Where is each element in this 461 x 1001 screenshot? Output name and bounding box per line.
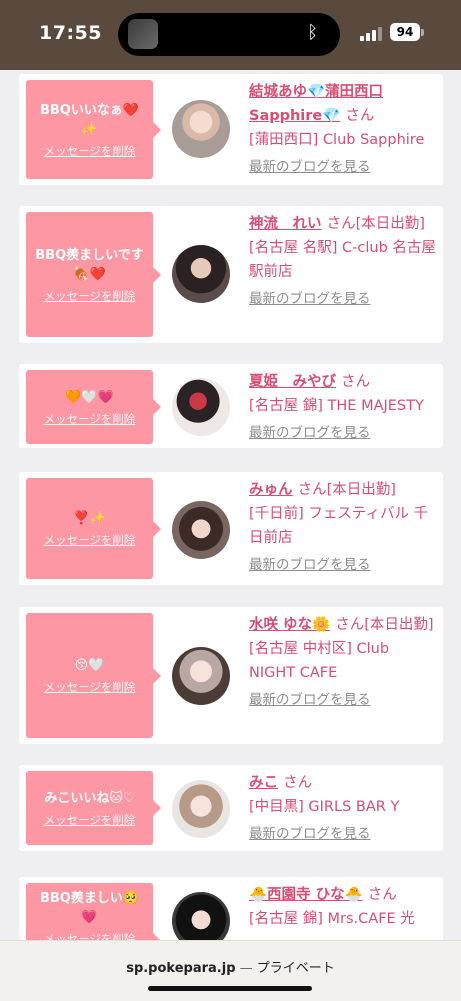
message-card: ❣️✨ メッセージを削除 みゅん さん[本日出勤] [千日前] フェスティバル …	[19, 472, 443, 585]
message-bubble: みこいいね🐱♡ メッセージを削除	[26, 771, 161, 845]
delete-message-link[interactable]: メッセージを削除	[44, 532, 136, 548]
message-card: BBQ羨ましいです🍖❤️ メッセージを削除 神流 れい さん[本日出勤] [名古…	[19, 206, 443, 343]
shop-name: [名古屋 名駅] C-club 名古屋駅前店	[249, 240, 436, 280]
message-bubble: BBQ羨ましい🥺💗 メッセージを削除	[26, 883, 161, 940]
honorific: さん[本日出勤]	[297, 482, 396, 498]
latest-blog-link[interactable]: 最新のブログを見る	[249, 423, 437, 443]
avatar[interactable]	[172, 780, 230, 838]
battery-icon: 94	[390, 23, 420, 41]
delete-message-link[interactable]: メッセージを削除	[44, 411, 136, 427]
cast-name-link[interactable]: みゅん	[249, 482, 293, 498]
honorific: さん	[341, 374, 371, 390]
honorific: さん[本日出勤]	[326, 216, 425, 232]
delete-message-link[interactable]: メッセージを削除	[44, 931, 136, 940]
profile-info: みゅん さん[本日出勤] [千日前] フェスティバル 千日前店 最新のブログを見…	[249, 478, 437, 575]
honorific: さん	[283, 775, 313, 791]
message-text: BBQいいなぁ❤️✨	[39, 102, 140, 137]
message-bubble: BBQ羨ましいです🍖❤️ メッセージを削除	[26, 212, 161, 337]
browser-url-bar[interactable]: sp.pokepara.jp — プライベート	[0, 940, 461, 1001]
message-bubble: BBQいいなぁ❤️✨ メッセージを削除	[26, 80, 161, 179]
honorific: さん	[367, 887, 397, 903]
message-card: 😚🤍 メッセージを削除 水咲 ゆな🌼 さん[本日出勤] [名古屋 中村区] Cl…	[19, 607, 443, 744]
cast-name-link[interactable]: 夏姫 みやび	[249, 374, 336, 390]
message-card: BBQいいなぁ❤️✨ メッセージを削除 結城あゆ💎蒲田西口Sapphire💎 さ…	[19, 74, 443, 185]
latest-blog-link[interactable]: 最新のブログを見る	[249, 289, 437, 309]
avatar[interactable]	[172, 245, 230, 303]
latest-blog-link[interactable]: 最新のブログを見る	[249, 555, 437, 575]
avatar[interactable]	[172, 892, 230, 940]
cast-name-link[interactable]: 水咲 ゆな🌼	[249, 617, 330, 633]
latest-blog-link[interactable]: 最新のブログを見る	[249, 690, 437, 710]
home-indicator	[148, 986, 312, 991]
dynamic-island: ᛒ	[118, 13, 340, 56]
avatar[interactable]	[172, 647, 230, 705]
shop-name: [千日前] フェスティバル 千日前店	[249, 506, 429, 546]
message-text: 😚🤍	[74, 658, 105, 673]
battery-nub	[421, 29, 424, 36]
cast-name-link[interactable]: みこ	[249, 775, 278, 791]
profile-info: 夏姫 みやび さん [名古屋 錦] THE MAJESTY 最新のブログを見る	[249, 370, 437, 443]
url-domain: sp.pokepara.jp	[126, 961, 236, 976]
delete-message-link[interactable]: メッセージを削除	[44, 143, 136, 159]
url-display[interactable]: sp.pokepara.jp — プライベート	[0, 957, 461, 976]
message-card: BBQ羨ましい🥺💗 メッセージを削除 🐣西園寺 ひな🐣 さん [名古屋 錦] M…	[19, 877, 443, 940]
message-card: みこいいね🐱♡ メッセージを削除 みこ さん [中目黒] GIRLS BAR Y…	[19, 765, 443, 851]
honorific: さん[本日出勤]	[335, 617, 434, 633]
message-text: BBQ羨ましい🥺💗	[39, 891, 140, 925]
message-text: みこいいね🐱♡	[44, 790, 135, 806]
avatar[interactable]	[172, 378, 230, 436]
message-bubble: 😚🤍 メッセージを削除	[26, 613, 161, 738]
avatar[interactable]	[172, 100, 230, 158]
message-card: 🧡🤍💗 メッセージを削除 夏姫 みやび さん [名古屋 錦] THE MAJES…	[19, 364, 443, 448]
status-time: 17:55	[39, 22, 102, 44]
url-separator: —	[235, 961, 257, 976]
message-list: BBQいいなぁ❤️✨ メッセージを削除 結城あゆ💎蒲田西口Sapphire💎 さ…	[0, 70, 461, 940]
profile-info: 結城あゆ💎蒲田西口Sapphire💎 さん [蒲田西口] Club Sapphi…	[249, 80, 437, 177]
cast-name-link[interactable]: 🐣西園寺 ひな🐣	[249, 887, 363, 903]
status-bar: 17:55 ᛒ 94	[0, 0, 461, 70]
shop-name: [名古屋 錦] THE MAJESTY	[249, 398, 424, 414]
profile-info: 水咲 ゆな🌼 さん[本日出勤] [名古屋 中村区] Club NIGHT CAF…	[249, 613, 437, 710]
delete-message-link[interactable]: メッセージを削除	[44, 288, 136, 304]
avatar[interactable]	[172, 501, 230, 559]
shop-name: [名古屋 中村区] Club NIGHT CAFE	[249, 641, 390, 681]
message-text: ❣️✨	[73, 511, 106, 526]
cellular-signal-icon	[360, 25, 382, 41]
shop-name: [名古屋 錦] Mrs.CAFE 光	[249, 911, 415, 927]
profile-info: みこ さん [中目黒] GIRLS BAR Y 最新のブログを見る	[249, 771, 437, 844]
cast-name-link[interactable]: 神流 れい	[249, 216, 322, 232]
private-mode-label: プライベート	[256, 961, 335, 976]
delete-message-link[interactable]: メッセージを削除	[44, 812, 136, 828]
now-playing-thumbnail	[128, 19, 158, 49]
message-bubble: 🧡🤍💗 メッセージを削除	[26, 370, 161, 444]
honorific: さん	[345, 108, 375, 124]
profile-info: 🐣西園寺 ひな🐣 さん [名古屋 錦] Mrs.CAFE 光	[249, 883, 437, 931]
delete-message-link[interactable]: メッセージを削除	[44, 679, 136, 695]
message-text: 🧡🤍💗	[65, 389, 114, 405]
message-bubble: ❣️✨ メッセージを削除	[26, 478, 161, 579]
profile-info: 神流 れい さん[本日出勤] [名古屋 名駅] C-club 名古屋駅前店 最新…	[249, 212, 437, 309]
shop-name: [中目黒] GIRLS BAR Y	[249, 799, 400, 815]
bluetooth-icon: ᛒ	[307, 22, 318, 43]
shop-name: [蒲田西口] Club Sapphire	[249, 132, 425, 148]
latest-blog-link[interactable]: 最新のブログを見る	[249, 824, 437, 844]
latest-blog-link[interactable]: 最新のブログを見る	[249, 157, 437, 177]
message-text: BBQ羨ましいです🍖❤️	[35, 247, 144, 282]
